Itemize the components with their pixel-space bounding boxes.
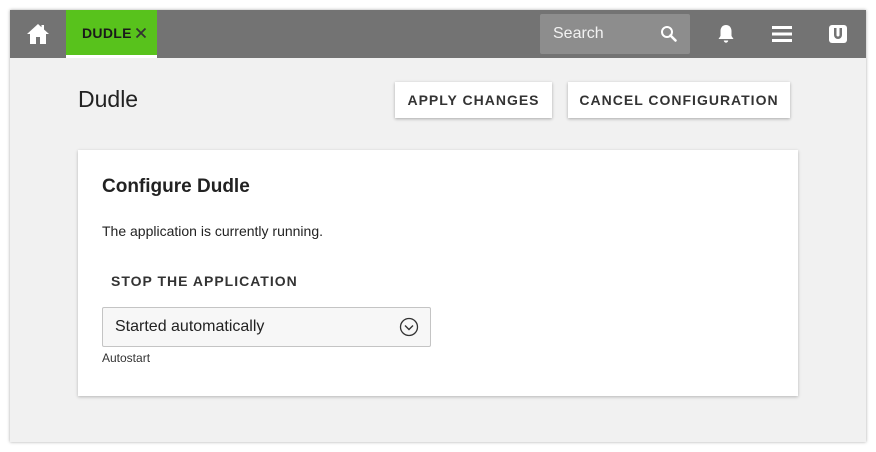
apply-changes-button[interactable]: APPLY CHANGES: [395, 82, 552, 118]
search-box[interactable]: Search: [540, 14, 690, 54]
user-menu-button[interactable]: [818, 10, 858, 58]
status-text: The application is currently running.: [102, 223, 324, 239]
card-title: Configure Dudle: [102, 176, 250, 197]
autostart-caption: Autostart: [102, 351, 151, 365]
chevron-down-icon: [399, 317, 419, 337]
tab-label: DUDLE: [82, 24, 132, 41]
search-icon[interactable]: [660, 25, 678, 43]
stop-application-button[interactable]: STOP THE APPLICATION: [102, 266, 307, 296]
configuration-card: Configure Dudle The application is curre…: [78, 150, 798, 396]
tab-dudle[interactable]: DUDLE: [66, 10, 157, 58]
bell-icon: [718, 25, 734, 43]
cancel-configuration-button[interactable]: CANCEL CONFIGURATION: [568, 82, 790, 118]
top-bar: DUDLE Search: [10, 10, 866, 58]
user-icon: [829, 25, 847, 43]
autostart-select-value: Started automatically: [115, 318, 265, 335]
search-input[interactable]: Search: [553, 25, 660, 43]
close-icon[interactable]: [134, 26, 148, 40]
notifications-button[interactable]: [706, 10, 746, 58]
app-window: DUDLE Search Dudle APPLY CHANGES CANCEL …: [10, 10, 866, 442]
autostart-select[interactable]: Started automatically: [102, 307, 431, 347]
home-button[interactable]: [10, 10, 66, 58]
menu-icon: [772, 26, 792, 42]
page-title: Dudle: [78, 86, 139, 112]
menu-button[interactable]: [762, 10, 802, 58]
home-icon: [27, 24, 49, 44]
